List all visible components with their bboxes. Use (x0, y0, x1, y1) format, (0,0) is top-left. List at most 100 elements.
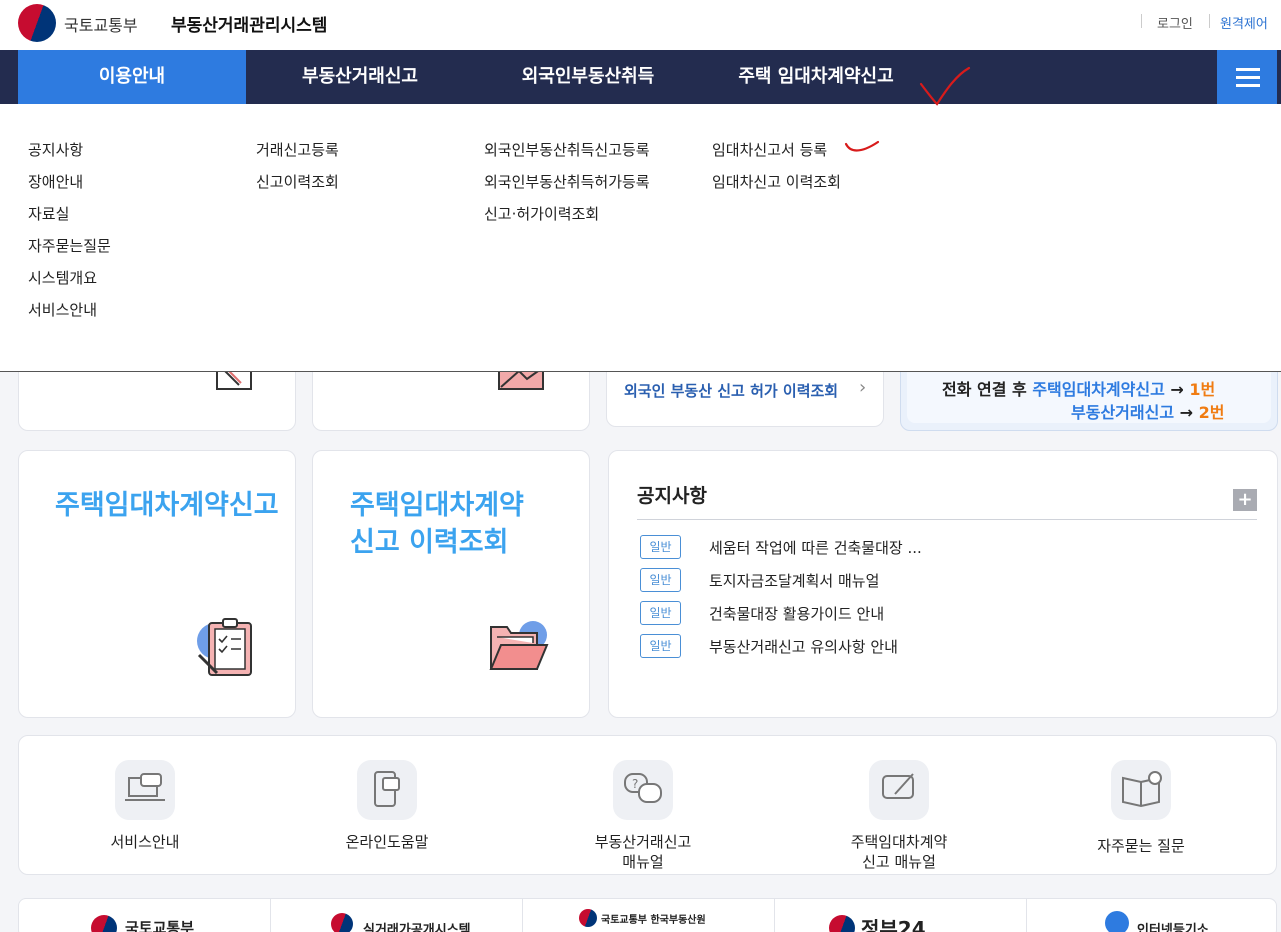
clipboard-icon (197, 618, 252, 676)
notice-panel: 공지사항 + 일반 세움터 작업에 따른 건축물대장 ... 일반 토지자금조달… (608, 450, 1278, 718)
notice-text[interactable]: 건축물대장 활용가이드 안내 (709, 603, 884, 624)
divider (1209, 14, 1210, 28)
mobile-chat-icon (357, 760, 417, 820)
menu-transaction-history[interactable]: 신고이력조회 (256, 172, 339, 204)
svg-text:?: ? (632, 777, 638, 791)
banner-label: 국토교통부 (125, 919, 195, 932)
arrow-icon: → (1179, 403, 1194, 422)
menu-lease-history[interactable]: 임대차신고 이력조회 (712, 172, 841, 204)
menu-lease-register[interactable]: 임대차신고서 등록 (712, 140, 841, 172)
nav-foreign-acquisition[interactable]: 외국인부동산취득 (474, 50, 702, 104)
quick-service-guide[interactable]: 서비스안내 (65, 760, 225, 852)
menu-foreign-history[interactable]: 신고·허가이력조회 (484, 204, 650, 236)
quick-label: 온라인도움말 (345, 833, 429, 851)
ministry-name[interactable]: 국토교통부 (64, 12, 138, 36)
emblem-icon (91, 915, 117, 932)
notice-item[interactable]: 일반 세움터 작업에 따른 건축물대장 ... (640, 535, 1240, 561)
menu-column-lease: 임대차신고서 등록 임대차신고 이력조회 (712, 140, 841, 204)
phone-transaction-service: 부동산거래신고 (1071, 403, 1175, 422)
banner-real-price[interactable]: 실거래가공개시스템 (271, 899, 523, 932)
notice-title: 공지사항 (637, 485, 707, 507)
phone-transaction-number: 2번 (1198, 403, 1225, 422)
banner-molit[interactable]: 국토교통부 (19, 899, 271, 932)
notice-item[interactable]: 일반 부동산거래신고 유의사항 안내 (640, 634, 1240, 660)
related-sites-strip: 국토교통부 실거래가공개시스템 국토교통부 한국부동산원 정부24 인터넷등기소 (18, 898, 1277, 932)
lease-report-title: 주택임대차계약신고 (55, 490, 279, 521)
phone-lease-service: 주택임대차계약신고 (1032, 380, 1165, 399)
emblem-icon (331, 913, 353, 932)
menu-foreign-permit-register[interactable]: 외국인부동산취득허가등록 (484, 172, 650, 204)
top-header: 국토교통부 부동산거래관리시스템 로그인 원격제어 (0, 0, 1281, 50)
nav-transaction-report[interactable]: 부동산거래신고 (246, 50, 474, 104)
phone-prefix: 전화 연결 후 (942, 380, 1027, 399)
chevron-right-icon: › (859, 377, 867, 398)
book-info-icon (1111, 760, 1171, 820)
menu-system-overview[interactable]: 시스템개요 (28, 268, 111, 300)
court-emblem-icon (1105, 911, 1129, 932)
phone-line-lease: 전화 연결 후 주택임대차계약신고 → 1번 (942, 376, 1215, 400)
menu-column-usage: 공지사항 장애안내 자료실 자주묻는질문 시스템개요 서비스안내 (28, 140, 111, 332)
lease-history-line1: 주택임대차계약 (350, 490, 524, 521)
notice-badge: 일반 (640, 601, 681, 625)
remote-support-link[interactable]: 원격제어 (1220, 13, 1268, 32)
notice-badge: 일반 (640, 568, 681, 592)
notice-item[interactable]: 일반 토지자금조달계획서 매뉴얼 (640, 568, 1240, 594)
notice-text[interactable]: 토지자금조달계획서 매뉴얼 (709, 570, 879, 591)
notice-badge: 일반 (640, 634, 681, 658)
menu-faq[interactable]: 자주묻는질문 (28, 236, 111, 268)
banner-label: 인터넷등기소 (1137, 923, 1209, 932)
pen-chat-icon (869, 760, 929, 820)
arrow-icon: → (1170, 380, 1184, 399)
menu-foreign-report-register[interactable]: 외국인부동산취득신고등록 (484, 140, 650, 172)
quick-transaction-manual[interactable]: ? 부동산거래신고 매뉴얼 (563, 760, 723, 872)
banner-label: 정부24 (861, 917, 926, 932)
quick-label: 자주묻는 질문 (1097, 837, 1185, 855)
card-lease-history[interactable]: 주택임대차계약 신고 이력조회 (312, 450, 590, 718)
emblem-icon (829, 915, 855, 932)
card-lease-report[interactable]: 주택임대차계약신고 (18, 450, 296, 718)
question-chat-icon: ? (613, 760, 673, 820)
notice-text[interactable]: 부동산거래신고 유의사항 안내 (709, 636, 898, 657)
quick-faq[interactable]: 자주묻는 질문 (1061, 760, 1221, 856)
lease-history-title: 주택임대차계약 신고 이력조회 (350, 487, 524, 561)
quick-online-help[interactable]: 온라인도움말 (307, 760, 467, 852)
menu-column-transaction: 거래신고등록 신고이력조회 (256, 140, 339, 204)
menu-archive[interactable]: 자료실 (28, 204, 111, 236)
laptop-chat-icon (115, 760, 175, 820)
quick-label: 부동산거래신고 매뉴얼 (594, 833, 692, 871)
quick-lease-manual[interactable]: 주택임대차계약 신고 매뉴얼 (819, 760, 979, 872)
main-navigation: 이용안내 부동산거래신고 외국인부동산취득 주택 임대차계약신고 (0, 50, 1281, 104)
phone-line-transaction: 부동산거래신고 → 2번 (1071, 399, 1224, 423)
phone-lease-number: 1번 (1189, 380, 1216, 399)
login-link[interactable]: 로그인 (1157, 13, 1193, 32)
menu-icon[interactable] (1217, 50, 1277, 104)
mega-menu-dropdown: 공지사항 장애안내 자료실 자주묻는질문 시스템개요 서비스안내 거래신고등록 … (0, 104, 1281, 372)
divider (637, 519, 1257, 520)
banner-label: 국토교통부 한국부동산원 (601, 915, 706, 926)
menu-notice[interactable]: 공지사항 (28, 140, 111, 172)
notice-text[interactable]: 세움터 작업에 따른 건축물대장 ... (709, 537, 922, 558)
banner-registry[interactable]: 인터넷등기소 (1027, 899, 1278, 932)
system-title[interactable]: 부동산거래관리시스템 (171, 11, 327, 36)
quick-label: 서비스안내 (110, 833, 180, 851)
foreign-history-link[interactable]: 외국인 부동산 신고 허가 이력조회 (624, 380, 838, 401)
emblem-icon (579, 909, 597, 927)
banner-label: 실거래가공개시스템 (363, 923, 471, 932)
government-emblem-icon[interactable] (18, 4, 56, 42)
lease-history-line2: 신고 이력조회 (350, 527, 509, 558)
underline-annotation-icon (844, 140, 880, 152)
banner-reb[interactable]: 국토교통부 한국부동산원 (523, 899, 775, 932)
banner-gov24[interactable]: 정부24 (775, 899, 1027, 932)
divider (1141, 14, 1142, 28)
menu-service-guide[interactable]: 서비스안내 (28, 300, 111, 332)
menu-column-foreign: 외국인부동산취득신고등록 외국인부동산취득허가등록 신고·허가이력조회 (484, 140, 650, 236)
open-folder-icon (489, 621, 549, 670)
notice-badge: 일반 (640, 535, 681, 559)
nav-usage-guide[interactable]: 이용안내 (18, 50, 246, 104)
notice-more-button[interactable]: + (1233, 489, 1257, 511)
notice-item[interactable]: 일반 건축물대장 활용가이드 안내 (640, 601, 1240, 627)
menu-outage[interactable]: 장애안내 (28, 172, 111, 204)
quick-label: 주택임대차계약 신고 매뉴얼 (850, 833, 948, 871)
menu-transaction-register[interactable]: 거래신고등록 (256, 140, 339, 172)
nav-lease-report[interactable]: 주택 임대차계약신고 (702, 50, 930, 104)
